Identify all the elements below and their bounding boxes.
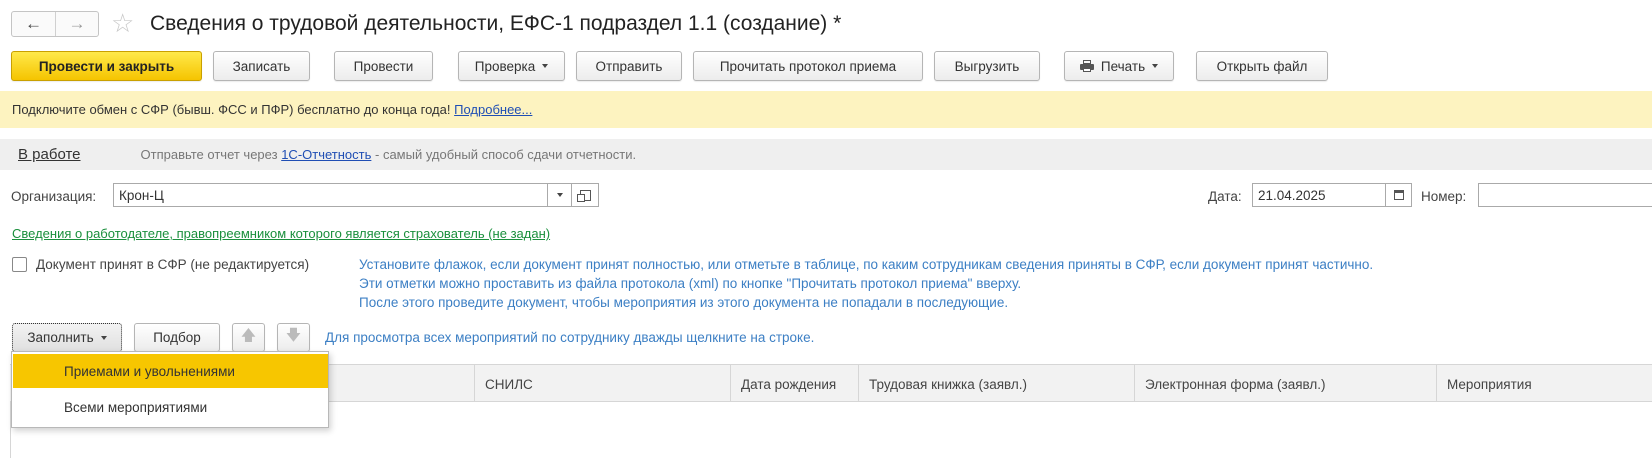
post-label: Провести [353,58,414,74]
col-snils[interactable]: СНИЛС [474,365,729,403]
number-field[interactable] [1478,183,1652,207]
table-hint: Для просмотра всех мероприятий по сотруд… [325,330,815,345]
save-button[interactable]: Записать [213,51,310,81]
star-icon[interactable]: ☆ [111,8,134,38]
org-open-button[interactable] [572,183,599,207]
accepted-checkbox[interactable] [12,257,27,272]
chevron-down-icon [1152,64,1159,68]
send-button[interactable]: Отправить [576,51,682,81]
forward-button[interactable]: → [56,12,98,36]
menu-item-hires-dismissals[interactable]: Приемами и увольнениями [13,354,328,388]
fill-button[interactable]: Заполнить [12,323,122,352]
chevron-down-icon [542,64,549,68]
date-field[interactable]: 21.04.2025 [1252,183,1386,207]
select-label: Подбор [153,330,201,345]
export-button[interactable]: Выгрузить [934,51,1040,81]
accepted-hint-line-2: Эти отметки можно проставить из файла пр… [359,276,1022,291]
accepted-hint-line-1: Установите флажок, если документ принят … [359,257,1374,272]
org-value: Крон-Ц [119,187,164,203]
save-label: Записать [232,58,291,74]
check-button[interactable]: Проверка [458,51,565,81]
menu-item-all-events-label: Всеми мероприятиями [64,399,208,415]
status-bar: В работе Отправьте отчет через 1С-Отчетн… [0,139,1652,170]
date-label: Дата: [1208,189,1242,204]
print-button[interactable]: Печать [1064,51,1174,81]
calendar-button[interactable] [1386,183,1412,207]
calendar-icon [1393,190,1404,200]
date-value: 21.04.2025 [1258,187,1326,203]
post-button[interactable]: Провести [334,51,433,81]
arrow-up-icon: 🡅 [240,327,257,344]
promo-text: Подключите обмен с СФР (бывш. ФСС и ПФР)… [12,102,451,117]
status-state-link[interactable]: В работе [18,146,81,163]
number-label: Номер: [1421,189,1467,204]
org-dropdown-button[interactable] [548,183,572,207]
accepted-hint-line-3: После этого проведите документ, чтобы ме… [359,295,1009,310]
fill-dropdown-menu: Приемами и увольнениями Всеми мероприяти… [11,351,329,428]
arrow-left-icon: ← [25,14,42,33]
status-text-before: Отправьте отчет через [140,147,278,162]
move-down-button[interactable]: 🡇 [277,323,310,352]
read-protocol-label: Прочитать протокол приема [719,58,897,74]
nav-buttons: ← → [11,11,99,37]
open-window-icon [576,189,591,202]
col-electronic-form[interactable]: Электронная форма (заявл.) [1134,365,1436,403]
promo-banner: Подключите обмен с СФР (бывш. ФСС и ПФР)… [0,91,1652,128]
check-label: Проверка [474,58,536,74]
menu-item-hires-dismissals-label: Приемами и увольнениями [64,363,235,379]
send-label: Отправить [595,58,663,74]
open-file-button[interactable]: Открыть файл [1196,51,1328,81]
chevron-down-icon [100,335,107,340]
open-file-label: Открыть файл [1216,58,1308,74]
printer-icon [1079,60,1094,72]
export-label: Выгрузить [954,58,1020,74]
back-button[interactable]: ← [12,12,56,36]
reporting-link[interactable]: 1С-Отчетность [281,147,371,162]
org-field[interactable]: Крон-Ц [113,183,548,207]
status-text-after: - самый удобный способ сдачи отчетности. [375,147,637,162]
read-protocol-button[interactable]: Прочитать протокол приема [693,51,923,81]
org-label: Организация: [11,189,97,204]
col-work-book[interactable]: Трудовая книжка (заявл.) [858,365,1134,403]
promo-more-link[interactable]: Подробнее... [454,102,532,117]
post-close-button[interactable]: Провести и закрыть [11,51,202,81]
print-label: Печать [1100,58,1146,74]
page-title: Сведения о трудовой деятельности, ЕФС-1 … [150,12,842,35]
post-close-label: Провести и закрыть [38,58,175,74]
arrow-down-icon: 🡇 [285,327,302,344]
select-button[interactable]: Подбор [134,323,220,352]
accepted-label: Документ принят в СФР (не редактируется) [36,257,310,272]
chevron-down-icon [556,193,563,197]
move-up-button[interactable]: 🡅 [232,323,265,352]
col-birth-date[interactable]: Дата рождения [730,365,858,403]
successor-link[interactable]: Сведения о работодателе, правопреемником… [12,226,550,241]
col-events[interactable]: Мероприятия [1436,365,1652,403]
menu-item-all-events[interactable]: Всеми мероприятиями [13,390,328,424]
arrow-right-icon: → [68,14,86,33]
fill-label: Заполнить [27,330,94,345]
